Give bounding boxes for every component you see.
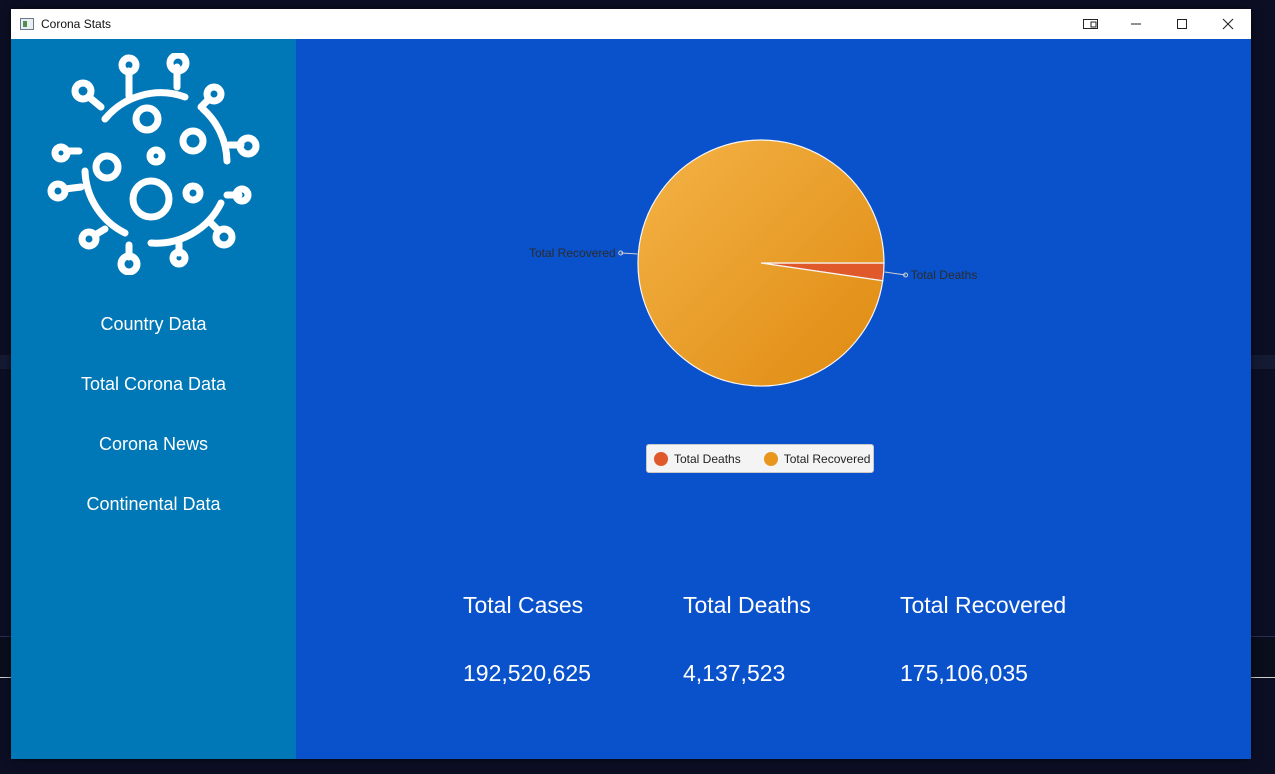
- pie-slice-total-recovered: [637, 139, 885, 387]
- stat-total-recovered-value: 175,106,035: [900, 660, 1028, 686]
- app-icon: [20, 18, 34, 30]
- stat-total-deaths-value: 4,137,523: [683, 660, 786, 686]
- nav-total-corona-data[interactable]: Total Corona Data: [11, 374, 296, 395]
- stat-total-recovered-label: Total Recovered: [900, 592, 1067, 618]
- minimize-icon: [1131, 23, 1141, 25]
- window-title: Corona Stats: [41, 17, 112, 31]
- close-icon: [1222, 18, 1234, 30]
- legend-item-deaths: Total Deaths: [654, 451, 741, 466]
- pie-leader-line: [884, 271, 906, 276]
- nav-corona-news[interactable]: Corona News: [11, 434, 296, 455]
- chart-legend: Total Deaths Total Recovered: [646, 444, 874, 473]
- legend-dot-deaths: [654, 451, 668, 466]
- main-panel: Total Deaths Total Recovered Total Deaths…: [296, 39, 1251, 759]
- virus-icon: [47, 53, 260, 275]
- stat-total-cases-value: 192,520,625: [463, 660, 591, 686]
- maximize-button[interactable]: [1159, 9, 1205, 39]
- stat-total-deaths-label: Total Deaths: [683, 592, 811, 618]
- close-button[interactable]: [1205, 9, 1251, 39]
- pie-chart: Total Deaths Total Recovered: [529, 139, 978, 387]
- minimize-button[interactable]: [1113, 9, 1159, 39]
- snap-icon: [1083, 19, 1098, 29]
- maximize-icon: [1177, 19, 1187, 29]
- nav-continental-data[interactable]: Continental Data: [11, 494, 296, 515]
- legend-item-recovered: Total Recovered: [763, 451, 871, 466]
- legend-label-recovered: Total Recovered: [783, 451, 871, 466]
- stat-total-cases-label: Total Cases: [463, 592, 584, 618]
- legend-dot-recovered: [763, 451, 778, 466]
- title-bar[interactable]: Corona Stats: [11, 9, 1251, 39]
- window-controls: [1069, 9, 1251, 39]
- legend-label-deaths: Total Deaths: [674, 451, 741, 466]
- snap-layout-button[interactable]: [1069, 9, 1113, 39]
- app-window: Corona Stats Country Data Total Corona D…: [11, 9, 1251, 759]
- pie-label-total-deaths: Total Deaths: [911, 268, 978, 282]
- nav-country-data[interactable]: Country Data: [11, 314, 296, 335]
- pie-label-total-recovered: Total Recovered: [529, 246, 616, 260]
- sidebar: Country Data Total Corona Data Corona Ne…: [11, 39, 296, 759]
